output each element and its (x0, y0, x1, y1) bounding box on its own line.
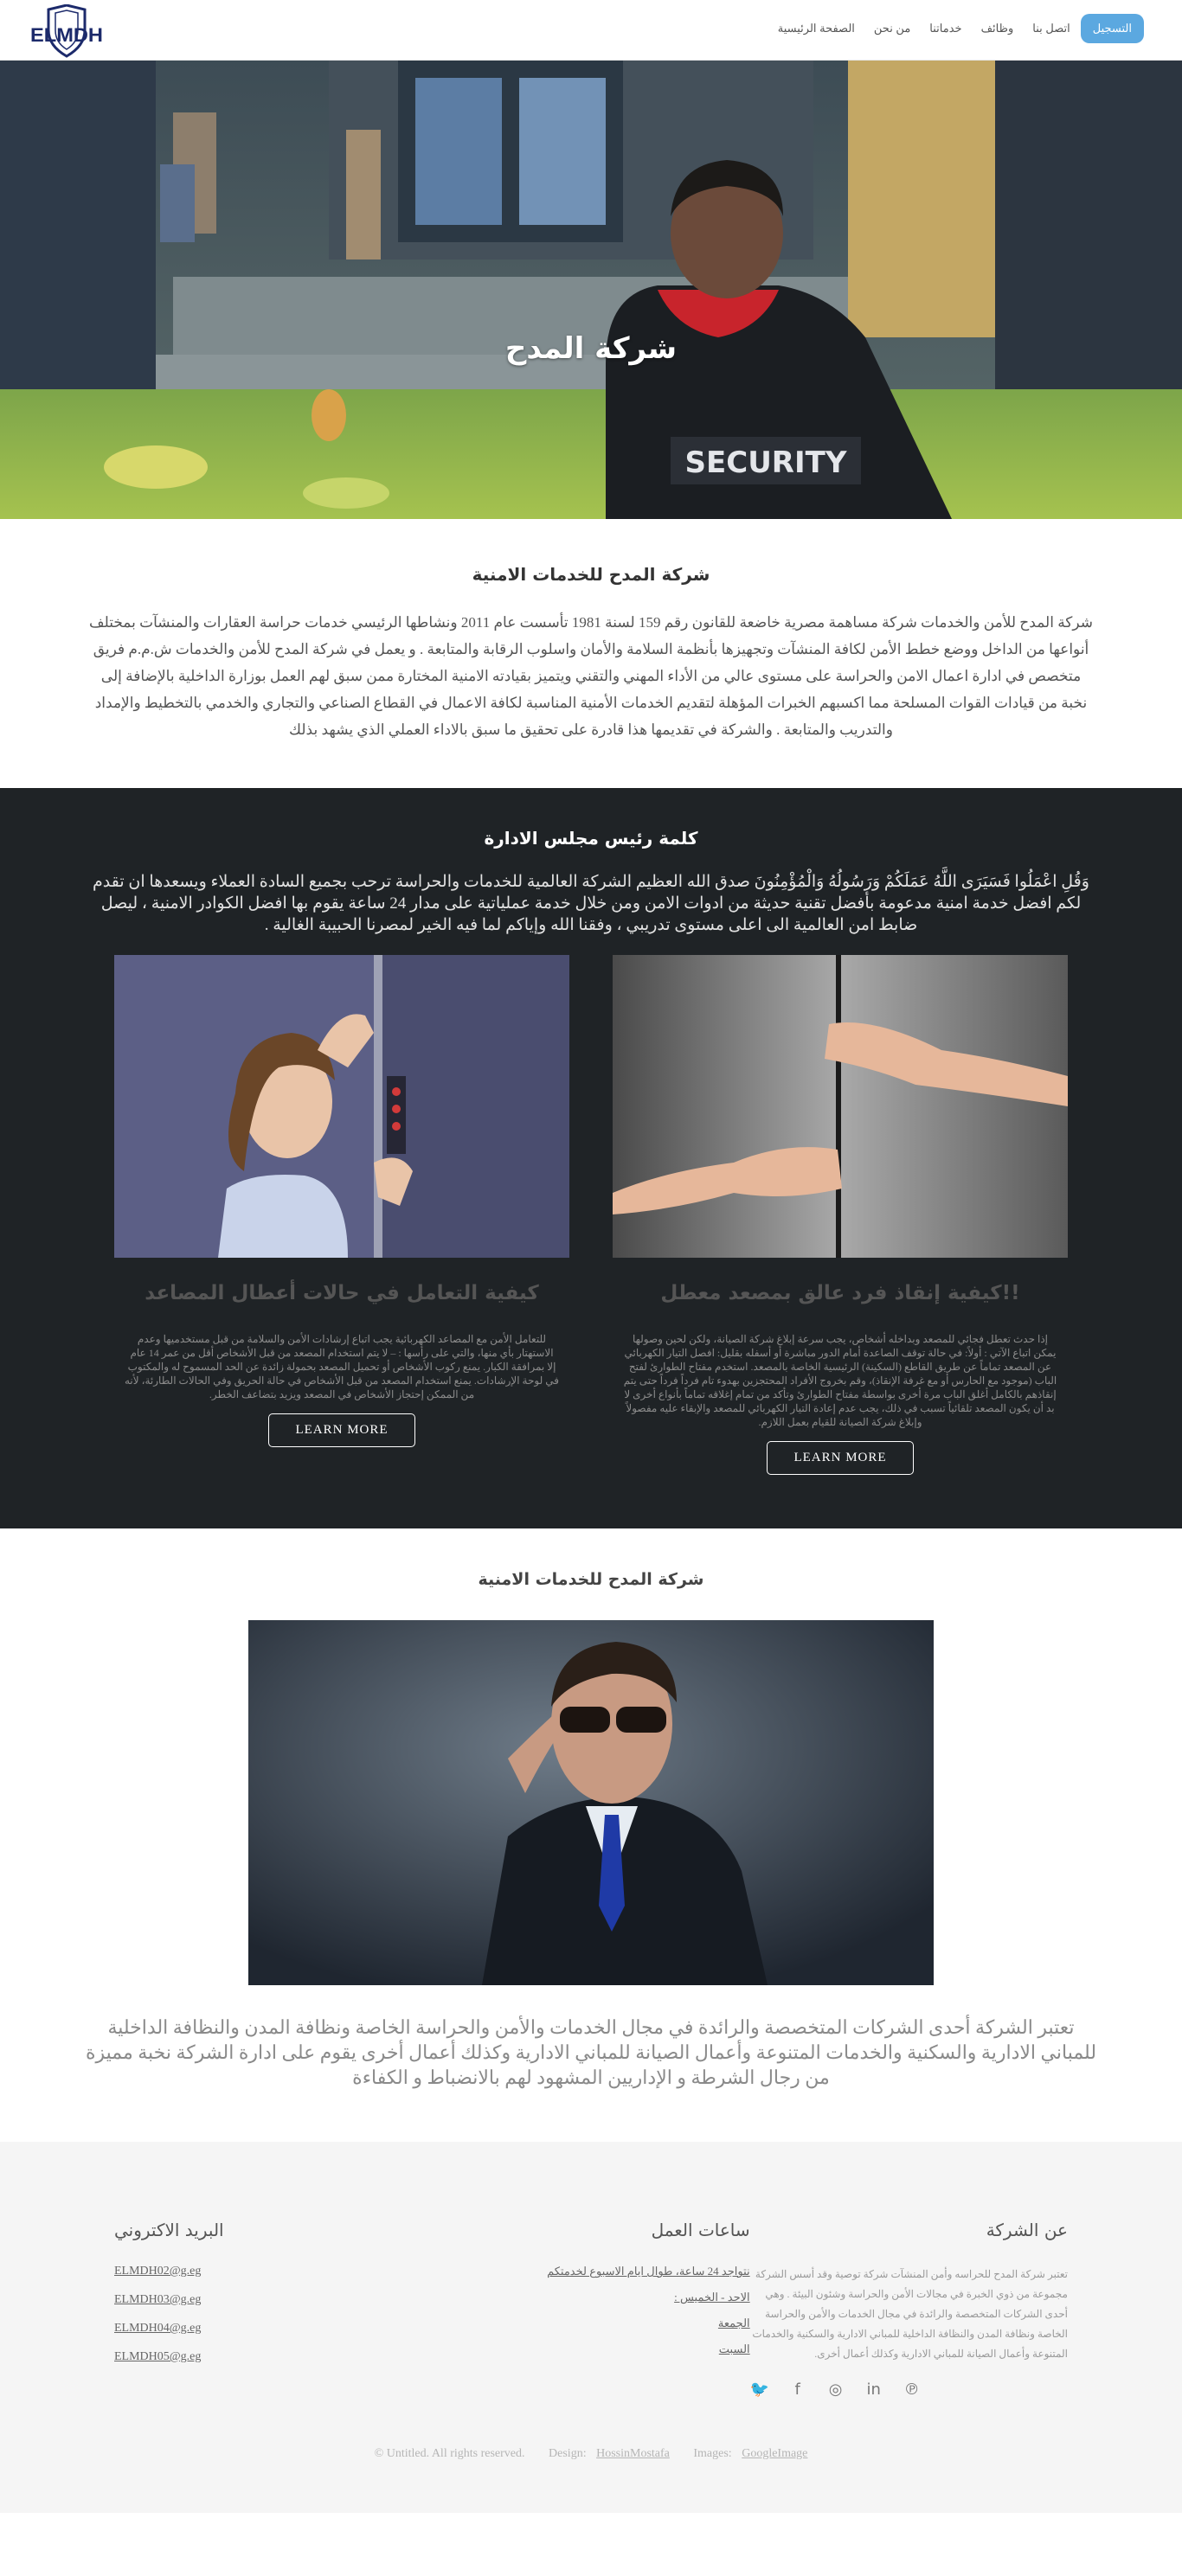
article-cards: كيفية التعامل في حالات أعطال المصاعد للت… (114, 955, 1068, 1475)
hours-link-saturday[interactable]: السبت (432, 2342, 750, 2356)
chairman-message: وَقُلِ اعْمَلُوا فَسَيَرَى اللَّهُ عَمَل… (93, 873, 1089, 934)
vest-security-text: SECURITY (685, 445, 847, 480)
design-label: Design: (549, 2447, 587, 2460)
twitter-icon[interactable]: 🐦 (749, 2380, 768, 2399)
about-title: شركة المدح للخدمات الامنية (478, 1570, 704, 1589)
intro-body: شركة المدح للأمن والخدمات شركة مساهمة مص… (88, 614, 1094, 738)
footer-company-title: عن الشركة (986, 2220, 1068, 2240)
images-label: Images: (693, 2447, 732, 2460)
email-link[interactable]: ELMDH04@g.eg (114, 2322, 432, 2336)
copyright-text: © Untitled. All rights reserved. (374, 2447, 525, 2460)
article-body-elevator-issues: للتعامل الأمن مع المصاعد الكهربائية يجب … (124, 1333, 559, 1400)
nav-home[interactable]: الصفحة الرئيسية (778, 22, 855, 35)
about-body: تعتبر الشركة أحدى الشركات المتخصصة والرا… (85, 2016, 1097, 2088)
learn-more-button-elevator-issues[interactable]: LEARN MORE (268, 1413, 415, 1447)
nav-jobs[interactable]: وظائف (981, 22, 1014, 35)
article-card-elevator-issues: كيفية التعامل في حالات أعطال المصاعد للت… (114, 955, 569, 1475)
hero-title: شركة المدح (504, 331, 678, 366)
learn-more-button-rescue-person[interactable]: LEARN MORE (767, 1441, 914, 1475)
linkedin-icon[interactable]: in (864, 2380, 883, 2399)
hours-link-24h[interactable]: نتواجد 24 ساعة، طوال ايام الاسبوع لخدمتك… (432, 2265, 750, 2278)
email-link[interactable]: ELMDH05@g.eg (114, 2350, 432, 2364)
designer-link[interactable]: HossinMostafa (596, 2447, 670, 2460)
about-image-bodyguard (248, 1620, 934, 1985)
article-title-rescue-person[interactable]: كيفية إنقاذ فرد عالق بمصعد معطل!! (613, 1282, 1068, 1304)
about-section: شركة المدح للخدمات الامنية تعتبر الشركة … (0, 1528, 1182, 2142)
hours-link-friday[interactable]: الجمعة (432, 2316, 750, 2330)
article-image-trapped-woman[interactable] (114, 955, 569, 1258)
images-source-link[interactable]: GoogleImage (742, 2447, 807, 2460)
footer-hours-title: ساعات العمل (651, 2220, 750, 2240)
email-link[interactable]: ELMDH02@g.eg (114, 2265, 432, 2278)
article-card-rescue-person: كيفية إنقاذ فرد عالق بمصعد معطل!! إذا حد… (613, 955, 1068, 1475)
chairman-section: كلمة رئيس مجلس الادارة وَقُلِ اعْمَلُوا … (0, 788, 1182, 1528)
elmdh-logo[interactable]: ELMDH (29, 4, 104, 58)
facebook-icon[interactable]: f (788, 2380, 807, 2399)
footer-company-body: تعتبر شركة المدح للحراسه وأمن المنشآت شر… (752, 2268, 1068, 2360)
nav-contact[interactable]: اتصل بنا (1032, 22, 1070, 35)
hours-link-sun-thu[interactable]: الاحد - الخميس : (432, 2291, 750, 2304)
footer-email-column: البريد الاكتروني ELMDH02@g.eg ELMDH03@g.… (114, 2220, 432, 2399)
article-title-elevator-issues[interactable]: كيفية التعامل في حالات أعطال المصاعد (114, 1282, 569, 1304)
hero-banner: SECURITY شركة المدح (0, 61, 1182, 519)
logo-text: ELMDH (30, 24, 103, 46)
footer-hours-column: ساعات العمل نتواجد 24 ساعة، طوال ايام ال… (432, 2220, 750, 2399)
nav-services[interactable]: خدماتنا (929, 22, 961, 35)
social-links: 🐦 f ◎ in ℗ (749, 2380, 1068, 2399)
footer-company-column: عن الشركة تعتبر شركة المدح للحراسه وأمن … (749, 2220, 1068, 2399)
footer-email-title: البريد الاكتروني (114, 2220, 224, 2240)
nav-about[interactable]: من نحن (874, 22, 910, 35)
pinterest-icon[interactable]: ℗ (903, 2380, 922, 2399)
site-footer: عن الشركة تعتبر شركة المدح للحراسه وأمن … (0, 2142, 1182, 2513)
hero-image: SECURITY (0, 61, 1182, 519)
intro-title: شركة المدح للخدمات الامنية (472, 564, 710, 585)
instagram-icon[interactable]: ◎ (826, 2380, 845, 2399)
article-body-rescue-person: إذا حدث تعطل فجائي للمصعد وبداخله أشخاص،… (623, 1333, 1057, 1428)
chairman-title: كلمة رئيس مجلس الادارة (484, 828, 698, 849)
nav-signup-button[interactable]: التسجيل (1080, 14, 1144, 43)
article-image-hands-elevator-doors[interactable] (613, 955, 1068, 1258)
copyright-bar: © Untitled. All rights reserved. Design:… (0, 2447, 1182, 2461)
top-navbar: ELMDH التسجيل اتصل بنا وظائف خدماتنا من … (0, 0, 1182, 61)
email-link[interactable]: ELMDH03@g.eg (114, 2293, 432, 2307)
main-nav: التسجيل اتصل بنا وظائف خدماتنا من نحن ال… (759, 14, 1144, 43)
intro-section: شركة المدح للخدمات الامنية شركة المدح لل… (0, 519, 1182, 788)
